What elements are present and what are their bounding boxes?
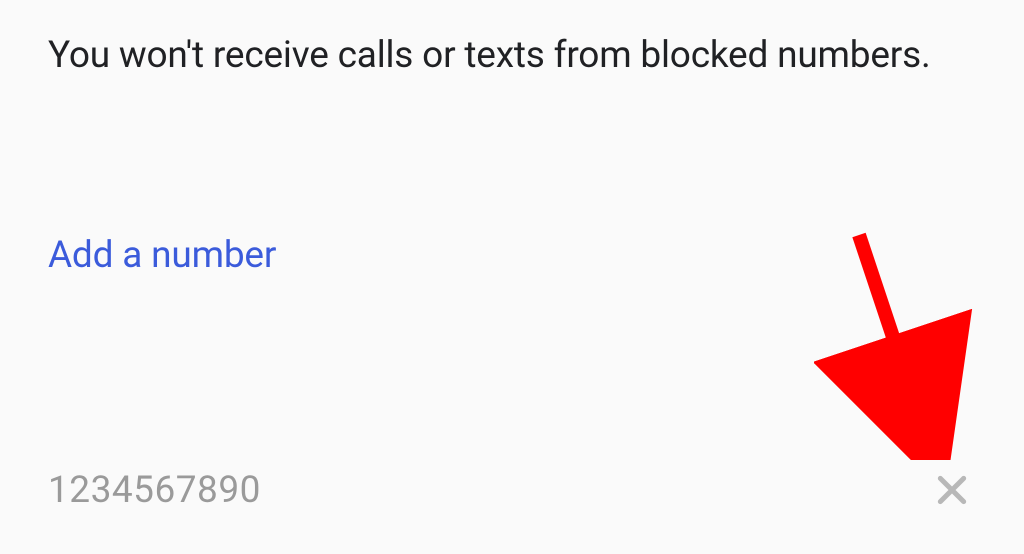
add-number-button[interactable]: Add a number [48,234,276,277]
remove-number-button[interactable] [928,466,976,514]
blocked-numbers-panel: You won't receive calls or texts from bl… [0,0,1024,554]
description-text: You won't receive calls or texts from bl… [48,28,976,84]
blocked-number-value: 1234567890 [48,469,261,512]
close-icon [932,470,972,510]
annotation-arrow [814,220,974,460]
blocked-number-row: 1234567890 [48,466,976,514]
